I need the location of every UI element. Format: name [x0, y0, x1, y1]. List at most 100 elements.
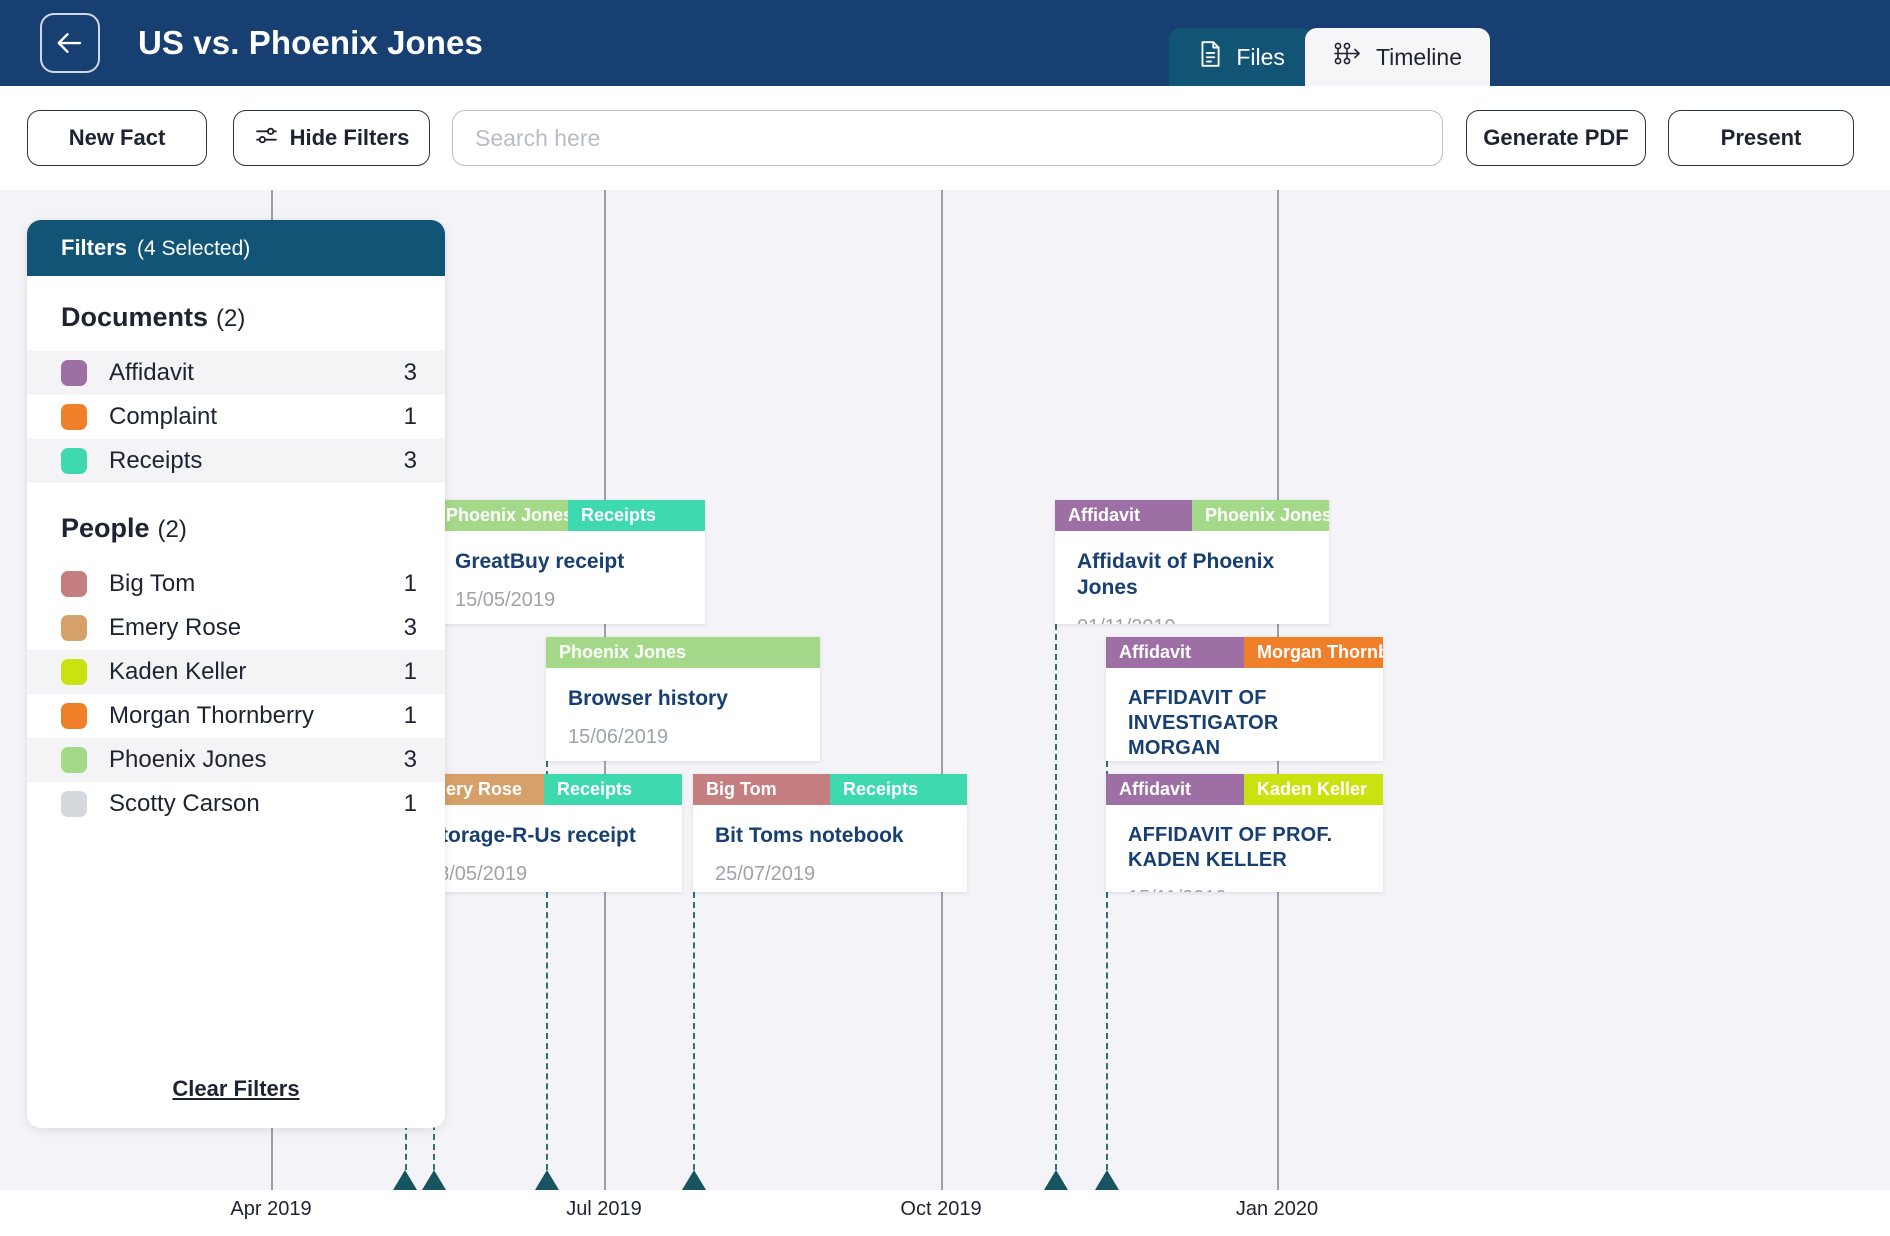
card-title: GreatBuy receipt: [455, 550, 625, 573]
timeline-axis: Apr 2019 Jul 2019 Oct 2019 Jan 2020: [0, 1170, 1890, 1236]
timeline-event-marker[interactable]: [682, 1170, 706, 1190]
filter-label: Morgan Thornberry: [109, 702, 314, 729]
toolbar: New Fact Hide Filters Generate PDF Prese…: [0, 86, 1890, 190]
card-date: 15/06/2019: [568, 726, 669, 749]
filter-group-title-people: People (2): [27, 513, 445, 544]
filter-label: Affidavit: [109, 359, 194, 386]
filter-group-name: People: [61, 513, 150, 543]
filter-count: 3: [403, 746, 417, 773]
card-title: Affidavit of Phoenix Jones: [1077, 550, 1275, 600]
card-tag[interactable]: Receipts: [544, 774, 682, 805]
tab-timeline[interactable]: Timeline: [1304, 28, 1490, 86]
card-tag-row: AffidavitMorgan Thornb...: [1106, 637, 1383, 668]
timeline-event-marker[interactable]: [422, 1170, 446, 1190]
hide-filters-button[interactable]: Hide Filters: [233, 110, 430, 166]
page-title: US vs. Phoenix Jones: [138, 24, 483, 61]
filter-group-count: (2): [216, 305, 246, 332]
filter-row[interactable]: Morgan Thornberry 1: [27, 694, 445, 738]
filter-count: 3: [403, 614, 417, 641]
filters-list: Documents (2) Affidavit 3 Complaint 1 Receipts…: [27, 276, 445, 1128]
card-date: 25/07/2019: [715, 863, 816, 886]
tab-timeline-label: Timeline: [1375, 43, 1462, 70]
timeline-event-marker[interactable]: [393, 1170, 417, 1190]
filter-color-swatch: [61, 448, 87, 474]
card-tag[interactable]: Kaden Keller: [1244, 774, 1383, 805]
filter-row[interactable]: Complaint 1: [27, 395, 445, 439]
card-tag-row: Phoenix Jones Receipts: [433, 500, 705, 531]
filter-row[interactable]: Big Tom 1: [27, 562, 445, 606]
timeline-nodes-icon: [1333, 41, 1363, 73]
filter-color-swatch: [61, 659, 87, 685]
filter-count: 1: [403, 403, 417, 430]
clear-filters-link[interactable]: Clear Filters: [27, 1076, 445, 1102]
gridline: [941, 190, 943, 1190]
card-tag[interactable]: Phoenix Jones: [546, 637, 820, 668]
card-tag[interactable]: Affidavit: [1106, 774, 1244, 805]
card-tag[interactable]: Affidavit: [1106, 637, 1244, 668]
card-connector-line: [1106, 892, 1108, 1170]
filter-row[interactable]: Receipts 3: [27, 439, 445, 483]
filter-color-swatch: [61, 360, 87, 386]
generate-pdf-button[interactable]: Generate PDF: [1466, 110, 1646, 166]
sliders-icon: [254, 123, 279, 154]
timeline-card[interactable]: Emery Rose Receipts Storage-R-Us receipt 08…: [405, 774, 682, 892]
app-header: US vs. Phoenix Jones Files Timeline: [0, 0, 1890, 86]
search-field[interactable]: [452, 110, 1443, 166]
filter-label: Scotty Carson: [109, 790, 260, 817]
tab-files[interactable]: Files: [1169, 28, 1313, 86]
card-date: 08/05/2019: [427, 863, 528, 886]
filter-label: Phoenix Jones: [109, 746, 267, 773]
axis-tick-label: Apr 2019: [230, 1198, 312, 1220]
timeline-card[interactable]: Big Tom Receipts Bit Toms notebook 25/07/20…: [693, 774, 967, 892]
card-date: 01/11/2019: [1055, 602, 1329, 625]
filter-row[interactable]: Emery Rose 3: [27, 606, 445, 650]
timeline-event-marker[interactable]: [1095, 1170, 1119, 1190]
filter-count: 1: [403, 702, 417, 729]
card-tag[interactable]: Phoenix Jones: [433, 500, 568, 531]
filter-group-name: Documents: [61, 302, 209, 332]
new-fact-button[interactable]: New Fact: [27, 110, 207, 166]
card-tag[interactable]: Phoenix Jones: [1192, 500, 1329, 531]
card-tag[interactable]: Receipts: [830, 774, 967, 805]
card-connector-line: [1055, 624, 1057, 1170]
filter-row[interactable]: Phoenix Jones 3: [27, 738, 445, 782]
filter-color-swatch: [61, 571, 87, 597]
card-title: Storage-R-Us receipt: [427, 824, 636, 847]
present-button[interactable]: Present: [1668, 110, 1854, 166]
axis-tick-label: Jan 2020: [1235, 1198, 1319, 1220]
card-tag[interactable]: Morgan Thornb...: [1244, 637, 1383, 668]
card-tag[interactable]: Big Tom: [693, 774, 830, 805]
timeline-card[interactable]: AffidavitMorgan Thornb... AFFIDAVIT OF IN…: [1106, 637, 1383, 761]
axis-tick-label: Jul 2019: [566, 1198, 642, 1220]
card-title: AFFIDAVIT OF INVESTIGATOR MORGAN THORNBE…: [1128, 687, 1279, 759]
filters-title: Filters: [61, 235, 128, 260]
document-icon: [1197, 40, 1223, 74]
filter-row[interactable]: Scotty Carson 1: [27, 782, 445, 826]
timeline-card[interactable]: Phoenix Jones Receipts GreatBuy receipt 15/…: [433, 500, 705, 624]
filter-row[interactable]: Kaden Keller 1: [27, 650, 445, 694]
timeline-event-marker[interactable]: [535, 1170, 559, 1190]
timeline-card[interactable]: Affidavit Kaden Keller AFFIDAVIT OF PROF. …: [1106, 774, 1383, 892]
filter-color-swatch: [61, 615, 87, 641]
filters-panel-header: Filters (4 Selected): [27, 220, 445, 276]
timeline-canvas[interactable]: Phoenix Jones Receipts GreatBuy receipt 15/…: [0, 190, 1890, 1236]
card-tag[interactable]: Affidavit: [1055, 500, 1192, 531]
tab-files-label: Files: [1236, 43, 1285, 70]
timeline-event-marker[interactable]: [1044, 1170, 1068, 1190]
filter-row[interactable]: Affidavit 3: [27, 351, 445, 395]
card-title: Browser history: [568, 687, 728, 710]
filter-label: Complaint: [109, 403, 218, 430]
hide-filters-label: Hide Filters: [289, 125, 410, 150]
card-tag[interactable]: Receipts: [568, 500, 705, 531]
filter-group-title-documents: Documents (2): [27, 302, 445, 333]
search-input[interactable]: [453, 111, 1442, 165]
filter-label: Emery Rose: [109, 614, 242, 641]
axis-tick-label: Oct 2019: [900, 1198, 982, 1220]
timeline-card[interactable]: Phoenix Jones Browser history 15/06/2019: [546, 637, 820, 761]
back-button[interactable]: [40, 13, 100, 73]
card-tag-row: Affidavit Kaden Keller: [1106, 774, 1383, 805]
card-tag-row: Emery Rose Receipts: [405, 774, 682, 805]
filter-color-swatch: [61, 703, 87, 729]
card-tag-row: Big Tom Receipts: [693, 774, 967, 805]
timeline-card[interactable]: Affidavit Phoenix Jones Affidavit of Phoen…: [1055, 500, 1329, 624]
